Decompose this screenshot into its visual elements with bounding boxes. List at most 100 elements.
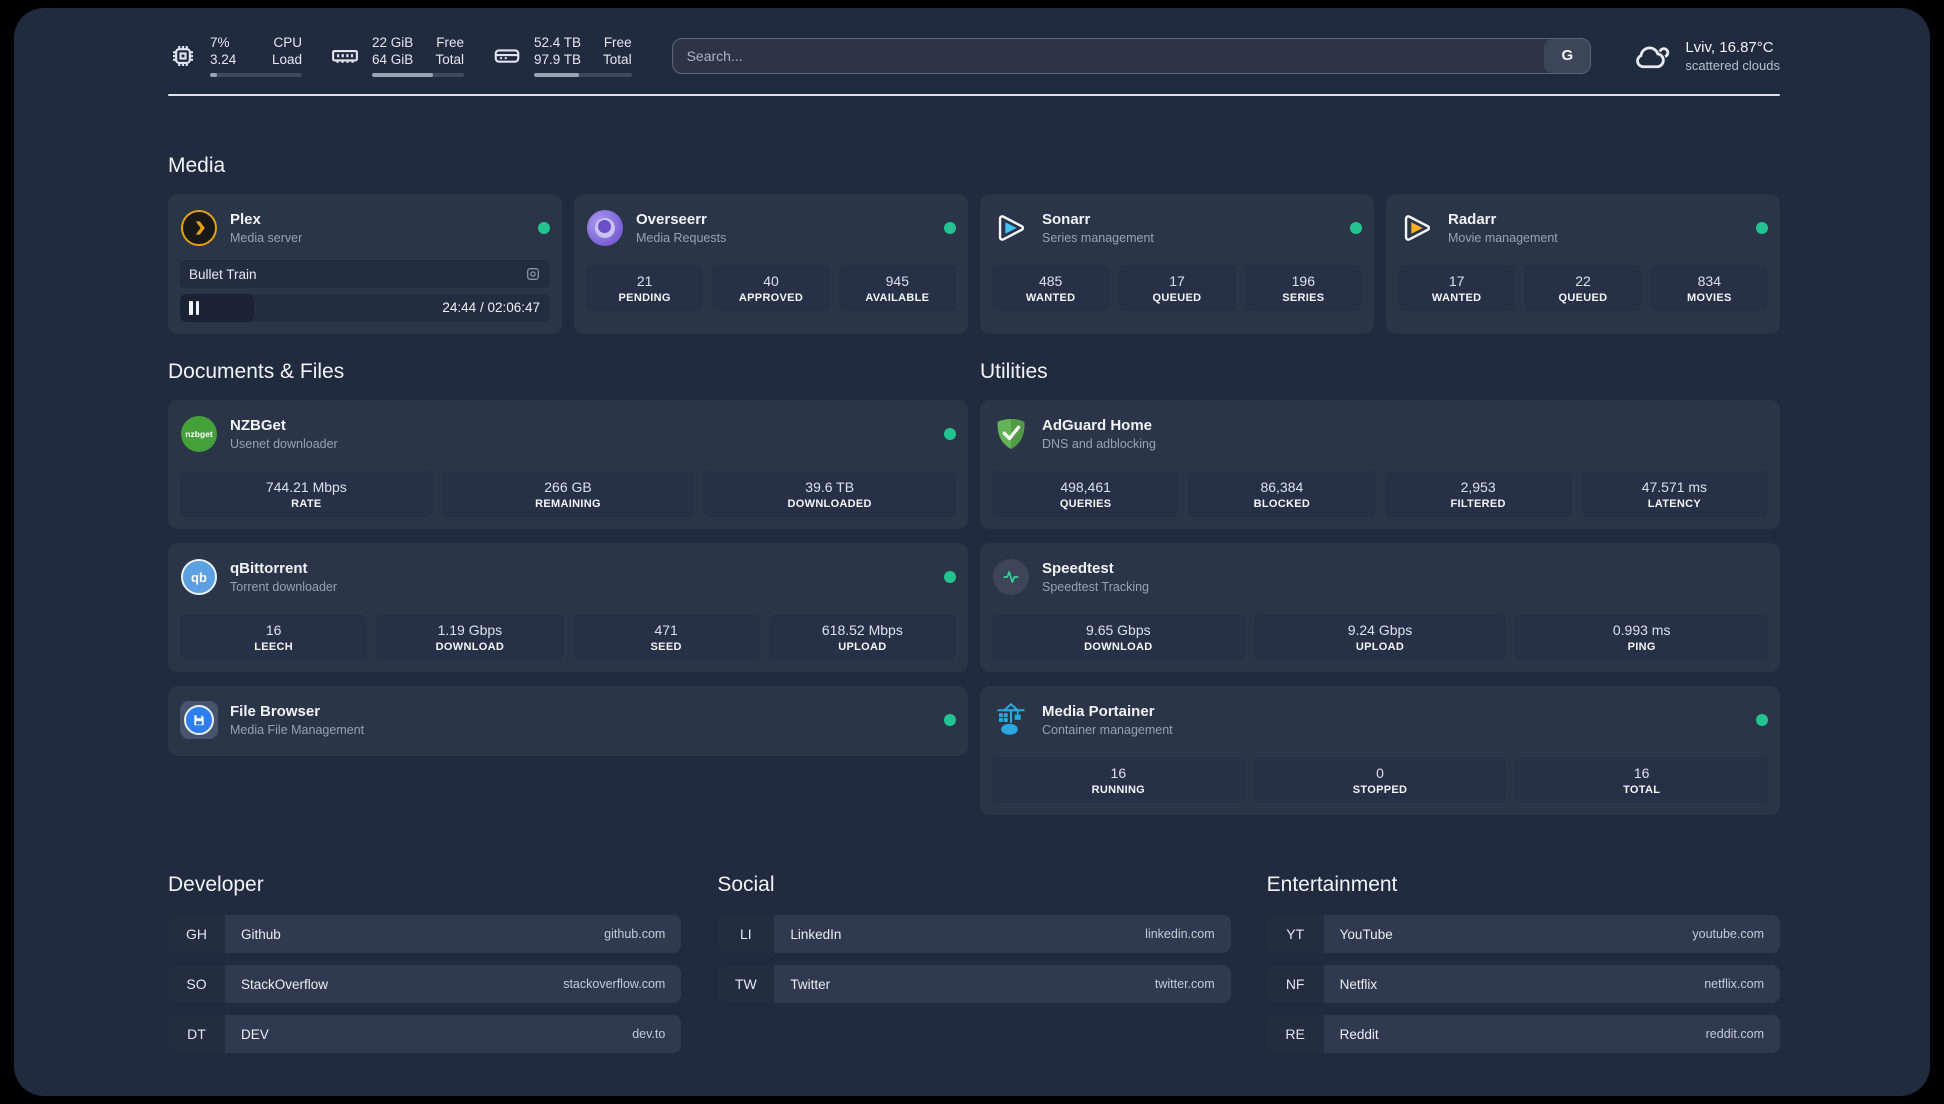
service-name: Plex: [230, 211, 261, 228]
disk-icon: [494, 48, 520, 63]
service-card-speedtest[interactable]: Speedtest Speedtest Tracking 9.65 Gbps DO…: [980, 543, 1780, 672]
status-dot: [1756, 222, 1768, 234]
status-dot: [944, 428, 956, 440]
service-card-portainer[interactable]: Media Portainer Container management 16 R…: [980, 686, 1780, 815]
bookmark-group-developer: Developer GH Github github.com SO StackO…: [168, 873, 682, 1053]
player-time: 24:44 / 02:06:47: [442, 299, 540, 315]
bookmark-url: reddit.com: [1705, 1027, 1764, 1041]
stat-remaining: 266 GB REMAINING: [441, 471, 695, 517]
status-dot: [1756, 714, 1768, 726]
stat-download: 9.65 Gbps DOWNLOAD: [992, 614, 1245, 660]
disk-total: 97.9 TB: [534, 52, 582, 67]
stat-seed: 471 SEED: [572, 614, 760, 660]
stat-pending: 21 PENDING: [586, 265, 704, 311]
service-name: Radarr: [1448, 211, 1497, 228]
bookmark-stackoverflow[interactable]: SO StackOverflow stackoverflow.com: [168, 965, 682, 1003]
bookmark-abbr: TW: [717, 965, 775, 1003]
now-playing-title: Bullet Train: [189, 266, 257, 282]
bookmark-url: stackoverflow.com: [563, 977, 666, 991]
bookmark-name: Twitter: [790, 976, 831, 992]
section-media: Media Plex Media server Bullet Train 24:…: [168, 154, 1780, 334]
service-card-sonarr[interactable]: Sonarr Series management 485 WANTED 17 QUE…: [980, 194, 1374, 334]
bookmark-abbr: RE: [1266, 1015, 1324, 1053]
service-description: Series management: [1042, 231, 1154, 245]
service-description: Usenet downloader: [230, 437, 338, 451]
service-description: Torrent downloader: [230, 580, 338, 594]
search-provider-button[interactable]: G: [1544, 38, 1591, 73]
service-name: Overseerr: [636, 211, 707, 228]
speedtest-icon: [993, 559, 1029, 595]
memory-meter: [372, 73, 464, 77]
stat-queued: 22 QUEUED: [1524, 265, 1642, 311]
service-card-overseerr[interactable]: Overseerr Media Requests 21 PENDING 40 APP…: [574, 194, 968, 334]
bookmark-netflix[interactable]: NF Netflix netflix.com: [1266, 965, 1780, 1003]
bookmark-abbr: YT: [1266, 915, 1324, 953]
service-card-radarr[interactable]: Radarr Movie management 17 WANTED 22 QUEUE…: [1386, 194, 1780, 334]
stat-leech: 16 LEECH: [180, 614, 368, 660]
documents-section-title: Documents & Files: [168, 360, 345, 383]
sonarr-icon: [992, 209, 1030, 247]
entertainment-section-title: Entertainment: [1266, 873, 1398, 896]
media-section-title: Media: [168, 154, 226, 177]
stat-filtered: 2,953 FILTERED: [1384, 471, 1572, 517]
player-progress-bar[interactable]: 24:44 / 02:06:47: [180, 294, 550, 322]
cpu-label2: Load: [271, 52, 302, 67]
service-card-filebrowser[interactable]: File Browser Media File Management: [168, 686, 968, 756]
section-documents: Documents & Files nzbget NZBGet Usenet d…: [168, 360, 968, 756]
bookmark-group-social: Social LI LinkedIn linkedin.com TW Twitt…: [717, 873, 1231, 1053]
stat-approved: 40 APPROVED: [712, 265, 830, 311]
stat-running: 16 RUNNING: [992, 757, 1245, 803]
portainer-icon: [992, 701, 1030, 739]
service-card-plex[interactable]: Plex Media server Bullet Train 24:44 / 0…: [168, 194, 562, 334]
disk-label2: Total: [603, 52, 632, 67]
weather-widget: Lviv, 16.87°C scattered clouds: [1633, 39, 1780, 73]
service-name: NZBGet: [230, 417, 286, 434]
status-dot: [944, 222, 956, 234]
bookmark-youtube[interactable]: YT YouTube youtube.com: [1266, 915, 1780, 953]
disk-label1: Free: [603, 35, 632, 50]
service-card-qbittorrent[interactable]: qb qBittorrent Torrent downloader 16 LEEC…: [168, 543, 968, 672]
service-name: AdGuard Home: [1042, 417, 1153, 434]
bookmark-linkedin[interactable]: LI LinkedIn linkedin.com: [717, 915, 1231, 953]
stat-downloaded: 39.6 TB DOWNLOADED: [703, 471, 957, 517]
bookmark-url: dev.to: [632, 1027, 666, 1041]
qbittorrent-icon: qb: [181, 559, 217, 595]
mem-free: 22 GiB: [372, 35, 414, 50]
bookmark-name: DEV: [241, 1026, 269, 1042]
bookmark-twitter[interactable]: TW Twitter twitter.com: [717, 965, 1231, 1003]
weather-condition: scattered clouds: [1685, 57, 1780, 73]
cpu-load: 3.24: [210, 52, 237, 67]
bookmark-name: StackOverflow: [241, 976, 329, 992]
mem-total: 64 GiB: [372, 52, 414, 67]
stat-wanted: 17 WANTED: [1398, 265, 1516, 311]
bookmark-github[interactable]: GH Github github.com: [168, 915, 682, 953]
header-divider: [168, 94, 1780, 96]
service-name: Sonarr: [1042, 211, 1091, 228]
plex-icon: [181, 210, 217, 246]
dashboard-panel: 7% 3.24 CPU Load 22 GiB 64 GiB Free Tota…: [14, 8, 1930, 1096]
bookmark-name: Netflix: [1339, 976, 1378, 992]
cpu-usage: 7%: [210, 35, 230, 50]
stat-wanted: 485 WANTED: [992, 265, 1110, 311]
cpu-stat: 7% 3.24 CPU Load: [168, 34, 302, 77]
nzbget-icon: nzbget: [181, 416, 217, 452]
cpu-label1: CPU: [273, 35, 302, 50]
pause-icon[interactable]: [189, 301, 199, 315]
bookmark-abbr: NF: [1266, 965, 1324, 1003]
cpu-meter: [210, 73, 302, 77]
bookmark-reddit[interactable]: RE Reddit reddit.com: [1266, 1015, 1780, 1053]
service-card-adguard[interactable]: AdGuard Home DNS and adblocking 498,461 Q…: [980, 400, 1780, 529]
bookmark-dev[interactable]: DT DEV dev.to: [168, 1015, 682, 1053]
bookmark-abbr: DT: [168, 1015, 225, 1053]
bookmark-abbr: GH: [168, 915, 225, 953]
stat-available: 945 AVAILABLE: [838, 265, 956, 311]
search-input[interactable]: [672, 38, 1545, 73]
player-view-icon[interactable]: [525, 266, 541, 282]
memory-icon: [332, 49, 358, 63]
service-card-nzbget[interactable]: nzbget NZBGet Usenet downloader 744.21 M…: [168, 400, 968, 529]
stat-upload: 9.24 Gbps UPLOAD: [1253, 614, 1507, 660]
bookmark-url: youtube.com: [1692, 927, 1764, 941]
disk-stat: 52.4 TB 97.9 TB Free Total: [492, 34, 632, 77]
bookmark-url: linkedin.com: [1145, 927, 1215, 941]
memory-stat: 22 GiB 64 GiB Free Total: [330, 34, 464, 77]
